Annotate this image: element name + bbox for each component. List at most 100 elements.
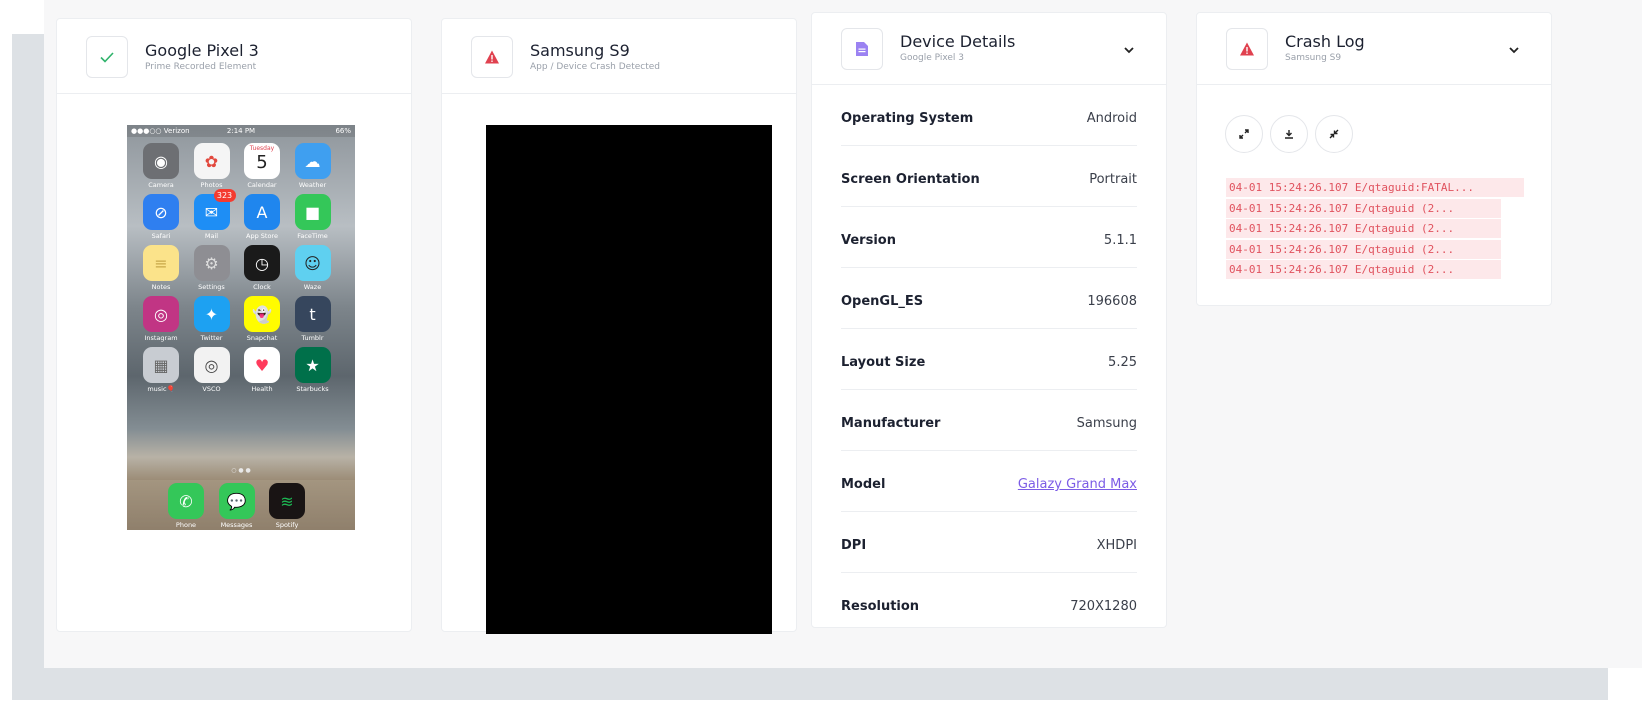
app-icon[interactable]: ◎ xyxy=(143,296,179,332)
app-label: VSCO xyxy=(202,385,221,393)
calendar-date: 5 xyxy=(256,152,268,173)
detail-value: Samsung xyxy=(1076,416,1137,431)
detail-value: 720X1280 xyxy=(1070,599,1137,614)
app-icon[interactable]: Tuesday 5 xyxy=(244,143,280,179)
detail-label: Model xyxy=(841,477,886,492)
card-subtitle: Google Pixel 3 xyxy=(900,53,965,63)
app-label: Notes xyxy=(151,283,171,291)
log-line[interactable]: 04-01 15:24:26.107 E/qtaguid (2... xyxy=(1226,239,1501,259)
warning-icon xyxy=(485,50,499,64)
crash-log-body: 04-01 15:24:26.107 E/qtaguid:FATAL... 04-… xyxy=(1197,85,1551,305)
detail-row: OpenGL_ES 196608 xyxy=(841,268,1137,329)
app-label: Twitter xyxy=(200,334,223,342)
app-icon[interactable]: ◎ xyxy=(193,347,230,383)
crash-log-card: Crash Log Samsung S9 04-01 15:24:26.107 … xyxy=(1196,12,1552,306)
app-icon[interactable]: ✿ xyxy=(193,143,230,179)
app-icon[interactable]: t xyxy=(294,296,331,332)
detail-row: Version 5.1.1 xyxy=(841,207,1137,268)
app-label: Camera xyxy=(148,181,174,189)
app-label: Safari xyxy=(151,232,171,240)
log-line[interactable]: 04-01 15:24:26.107 E/qtaguid (2... xyxy=(1226,219,1501,238)
detail-row: Model Galazy Grand Max xyxy=(841,451,1137,512)
detail-row: DPI XHDPI xyxy=(841,512,1137,573)
app-icon[interactable]: ■ xyxy=(294,194,331,230)
app-icon[interactable]: ✦ xyxy=(193,296,230,332)
crashed-device-screen[interactable] xyxy=(486,125,772,634)
dock-app-icon[interactable]: 💬 xyxy=(218,483,255,519)
expand-icon xyxy=(1239,129,1249,139)
phone-status-bar: ●●●○○ Verizon 2:14 PM 66% xyxy=(127,125,355,137)
success-status-box xyxy=(86,36,128,78)
dock-app-label: Messages xyxy=(220,521,253,529)
expand-button[interactable] xyxy=(1225,115,1263,153)
app-label: music🎈 xyxy=(147,385,175,393)
app-icon[interactable]: ☁ xyxy=(294,143,331,179)
clock-label: 2:14 PM xyxy=(226,127,256,135)
detail-row: Resolution 720X1280 xyxy=(841,573,1137,634)
download-icon xyxy=(1285,130,1293,139)
chevron-down-icon[interactable] xyxy=(1120,41,1138,59)
detail-label: Layout Size xyxy=(841,355,926,370)
device-details-card: Device Details Google Pixel 3 Operating … xyxy=(811,12,1167,628)
app-icon[interactable]: ☺ xyxy=(294,245,331,281)
app-icon[interactable]: ≡ xyxy=(143,245,179,281)
phone-screenshot[interactable]: ●●●○○ Verizon 2:14 PM 66% ◉ Camera ✿ Photos… xyxy=(127,125,355,530)
app-icon[interactable]: ⚙ xyxy=(193,245,230,281)
dashboard-canvas: Google Pixel 3 Prime Recorded Element ●●… xyxy=(44,0,1642,668)
detail-value: XHDPI xyxy=(1096,538,1137,553)
collapse-button[interactable] xyxy=(1315,115,1353,153)
card-title: Device Details xyxy=(900,32,1016,51)
app-label: Settings xyxy=(198,283,225,291)
detail-value: 5.25 xyxy=(1108,355,1137,370)
device-card-pixel: Google Pixel 3 Prime Recorded Element ●●… xyxy=(56,18,412,632)
detail-row: Screen Orientation Portrait xyxy=(841,146,1137,207)
app-icon[interactable]: ◷ xyxy=(244,245,280,281)
detail-value: Portrait xyxy=(1089,172,1137,187)
detail-label: Screen Orientation xyxy=(841,172,980,187)
app-icon[interactable]: A xyxy=(244,194,280,230)
log-line[interactable]: 04-01 15:24:26.107 E/qtaguid (2... xyxy=(1226,260,1501,279)
card-header: Google Pixel 3 Prime Recorded Element xyxy=(57,19,411,94)
dock-app-label: Phone xyxy=(175,521,197,529)
app-icon[interactable]: 👻 xyxy=(244,296,280,332)
calendar-day: Tuesday xyxy=(249,145,275,152)
app-icon[interactable]: ♥ xyxy=(244,347,280,383)
app-label: Waze xyxy=(303,283,322,291)
details-icon-box xyxy=(841,28,883,70)
app-label: App Store xyxy=(246,232,278,240)
app-icon[interactable]: ▦ xyxy=(143,347,179,383)
app-label: Health xyxy=(251,385,273,393)
log-line[interactable]: 04-01 15:24:26.107 E/qtaguid:FATAL... xyxy=(1226,178,1524,197)
detail-label: Version xyxy=(841,233,896,248)
dock-app-icon[interactable]: ✆ xyxy=(168,483,204,519)
page-dots: ○ ● ● xyxy=(231,467,251,474)
download-button[interactable] xyxy=(1270,115,1308,153)
detail-row: Manufacturer Samsung xyxy=(841,390,1137,451)
collapse-icon xyxy=(1329,129,1339,139)
app-icon[interactable]: ⊘ xyxy=(143,194,179,230)
card-header: Device Details Google Pixel 3 xyxy=(812,13,1166,85)
app-label: Photos xyxy=(200,181,223,189)
app-label: Mail xyxy=(204,232,219,240)
chevron-down-icon[interactable] xyxy=(1505,41,1523,59)
app-label: Snapchat xyxy=(246,334,278,342)
dock-app-icon[interactable]: ≋ xyxy=(269,483,305,519)
card-subtitle: Prime Recorded Element xyxy=(145,62,257,72)
log-line[interactable]: 04-01 15:24:26.107 E/qtaguid (2... xyxy=(1226,198,1501,218)
battery-label: 66% xyxy=(335,127,351,135)
crash-log-icon-box xyxy=(1226,28,1268,70)
app-label: Instagram xyxy=(144,334,178,342)
app-icon[interactable]: ★ xyxy=(294,347,331,383)
detail-row: Layout Size 5.25 xyxy=(841,329,1137,390)
model-link[interactable]: Galazy Grand Max xyxy=(1018,477,1137,492)
card-title: Google Pixel 3 xyxy=(145,41,259,60)
card-title: Samsung S9 xyxy=(530,41,630,60)
detail-value: 196608 xyxy=(1087,294,1137,309)
detail-value: 5.1.1 xyxy=(1103,233,1137,248)
app-label: Weather xyxy=(298,181,327,189)
detail-label: OpenGL_ES xyxy=(841,294,924,309)
card-subtitle: Samsung S9 xyxy=(1285,53,1342,63)
mail-badge: 323 xyxy=(213,189,236,202)
card-subtitle: App / Device Crash Detected xyxy=(530,62,660,72)
app-icon[interactable]: ◉ xyxy=(143,143,179,179)
